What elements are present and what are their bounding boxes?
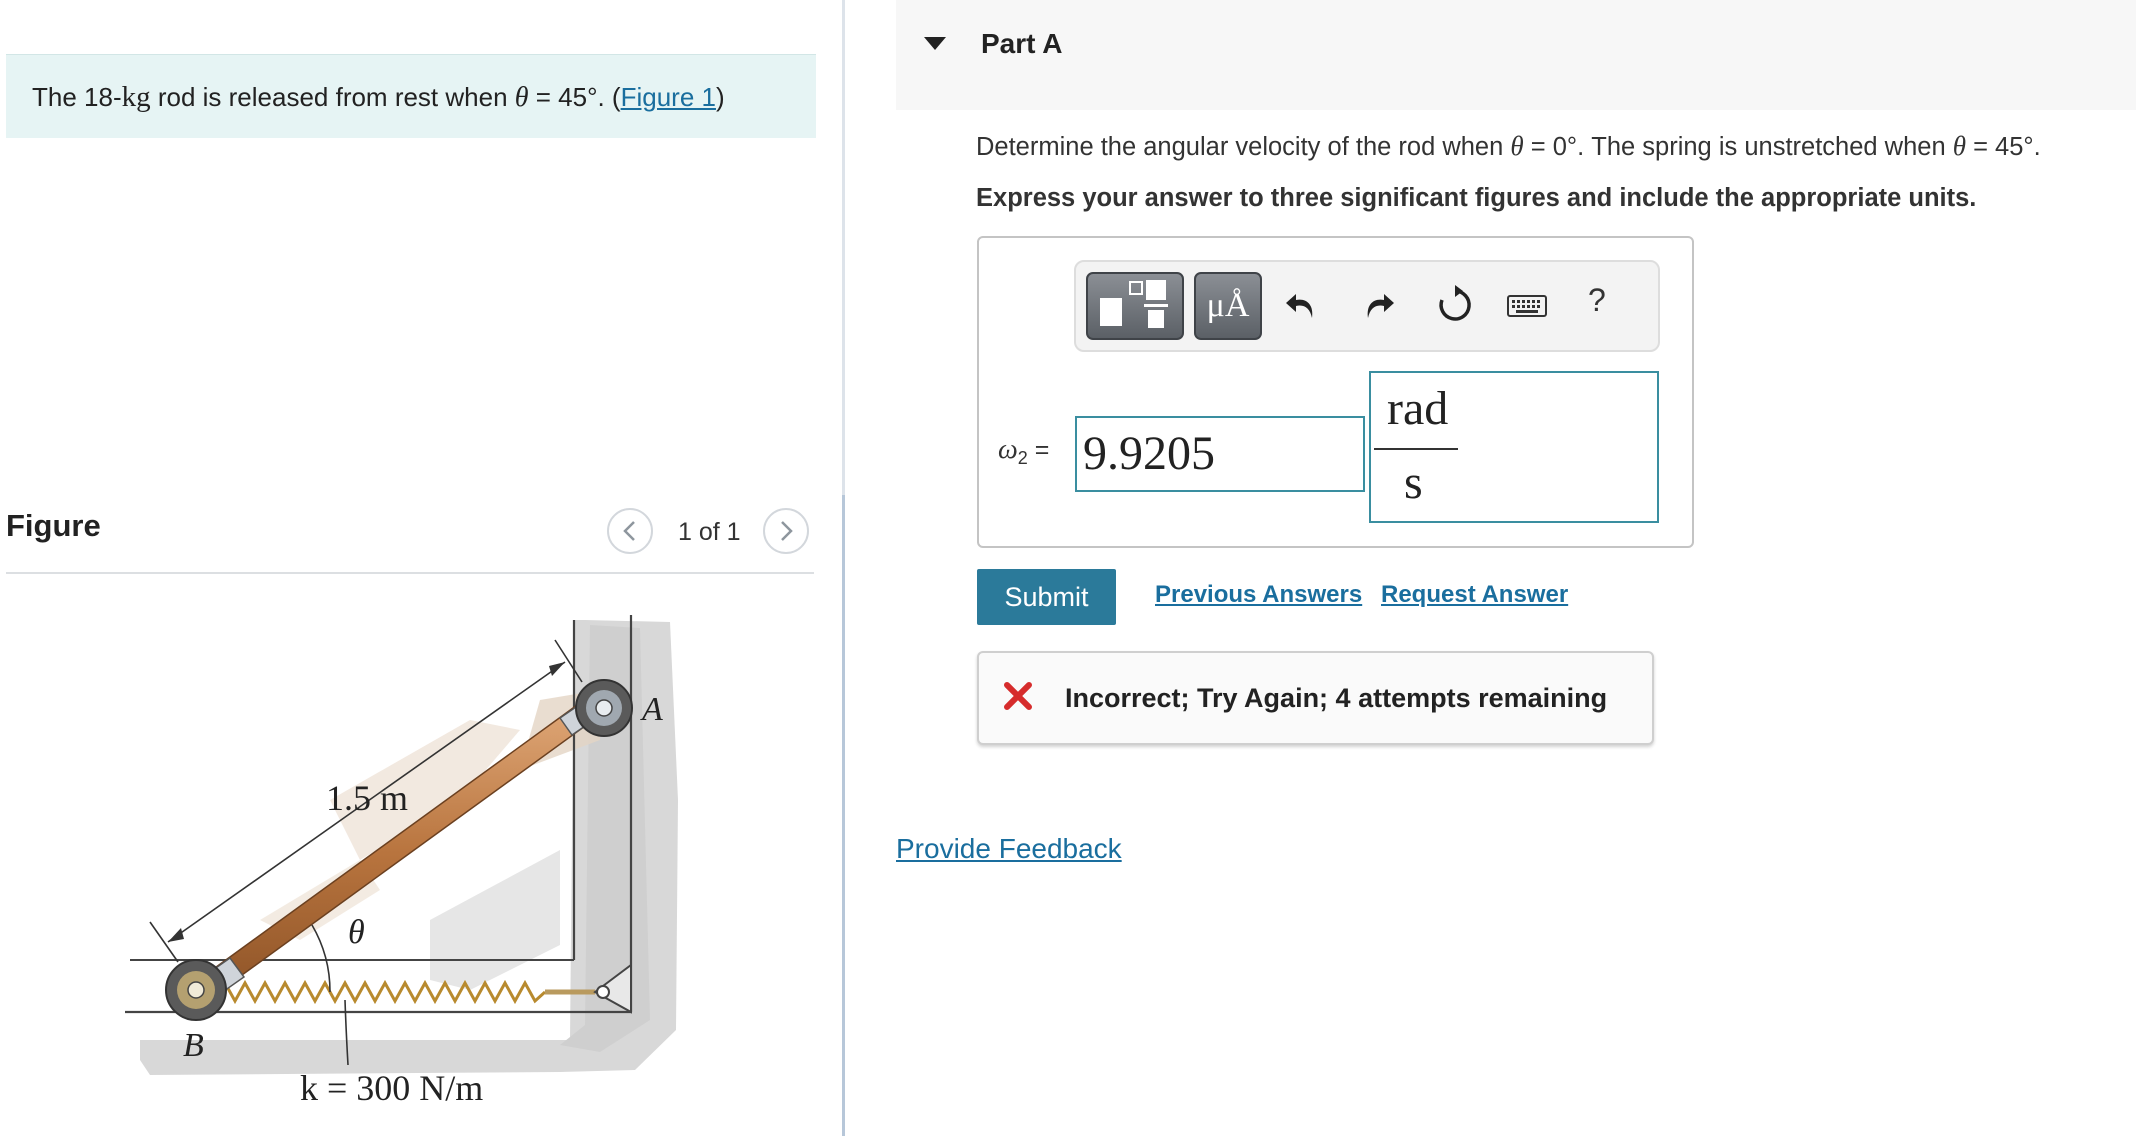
figure-title: Figure [6, 508, 101, 543]
instruction-text: Express your answer to three significant… [976, 184, 1977, 212]
chevron-right-icon [781, 521, 793, 541]
collapse-caret-icon[interactable] [924, 37, 946, 50]
fraction-bar [1374, 448, 1458, 450]
problem-text-1: The 18- [32, 82, 122, 112]
point-a-label: A [640, 691, 663, 728]
figure-prev-button[interactable] [607, 508, 653, 554]
figure-link[interactable]: Figure 1 [621, 82, 716, 112]
roller-a [575, 679, 633, 737]
rod-spring-diagram: 1.5 m θ A B k = 300 N/m [125, 615, 678, 1108]
previous-answers-link[interactable]: Previous Answers [1155, 581, 1362, 609]
figure-next-button[interactable] [763, 508, 809, 554]
left-panel: The 18-kg rod is released from rest when… [0, 0, 842, 1136]
question-text-3: = 45°. [1965, 133, 2041, 161]
keyboard-icon[interactable] [1506, 292, 1548, 320]
answer-unit-input[interactable]: rad s [1369, 371, 1659, 523]
spring [213, 963, 632, 1014]
length-label: 1.5 m [326, 778, 408, 818]
mass-unit: kg [121, 81, 151, 113]
units-button[interactable]: μÅ [1194, 272, 1262, 340]
theta-symbol: θ [1952, 131, 1966, 161]
templates-icon [1100, 280, 1168, 328]
unit-denominator: s [1404, 456, 1423, 509]
equals-sign: = [1027, 436, 1050, 464]
point-b-label: B [183, 1027, 204, 1064]
submit-button[interactable]: Submit [977, 569, 1116, 625]
templates-button[interactable] [1086, 272, 1184, 340]
feedback-message: Incorrect; Try Again; 4 attempts remaini… [1065, 683, 1608, 713]
figure-pager-text: 1 of 1 [678, 518, 741, 546]
question-text: Determine the angular velocity of the ro… [976, 131, 2041, 162]
x-icon [1004, 682, 1032, 710]
angle-arc [311, 924, 331, 993]
feedback-box: Incorrect; Try Again; 4 attempts remaini… [977, 651, 1654, 745]
omega-subscript: 2 [1017, 448, 1028, 468]
figure-divider [6, 572, 814, 574]
chevron-left-icon [623, 521, 635, 541]
redo-icon[interactable] [1358, 286, 1398, 326]
question-text-1: Determine the angular velocity of the ro… [976, 133, 1511, 161]
question-text-2: = 0°. The spring is unstretched when [1523, 133, 1953, 161]
problem-text-4: ) [715, 82, 725, 112]
request-answer-link[interactable]: Request Answer [1381, 581, 1568, 609]
angle-label: θ [348, 914, 365, 951]
problem-text-3: = 45°. ( [528, 82, 621, 112]
math-toolbar: μÅ ? [1074, 260, 1660, 352]
undo-icon[interactable] [1282, 286, 1322, 326]
part-header[interactable] [896, 0, 2136, 110]
answer-value-input[interactable]: 9.9205 [1075, 416, 1365, 492]
problem-text-2: rod is released from rest when [150, 82, 515, 112]
theta-symbol: θ [1510, 131, 1524, 161]
roller-b [165, 959, 227, 1021]
theta-symbol: θ [514, 82, 529, 113]
unit-numerator: rad [1387, 382, 1449, 435]
panel-divider-accent [842, 495, 845, 1136]
reset-icon[interactable] [1434, 284, 1476, 326]
help-icon[interactable]: ? [1588, 282, 1606, 319]
spring-constant-label: k = 300 N/m [300, 1068, 483, 1108]
provide-feedback-link[interactable]: Provide Feedback [896, 833, 1122, 865]
part-title: Part A [981, 28, 1063, 59]
answer-variable-label: ω2 = [998, 434, 1049, 469]
omega-symbol: ω [998, 434, 1018, 465]
problem-statement: The 18-kg rod is released from rest when… [6, 54, 816, 138]
